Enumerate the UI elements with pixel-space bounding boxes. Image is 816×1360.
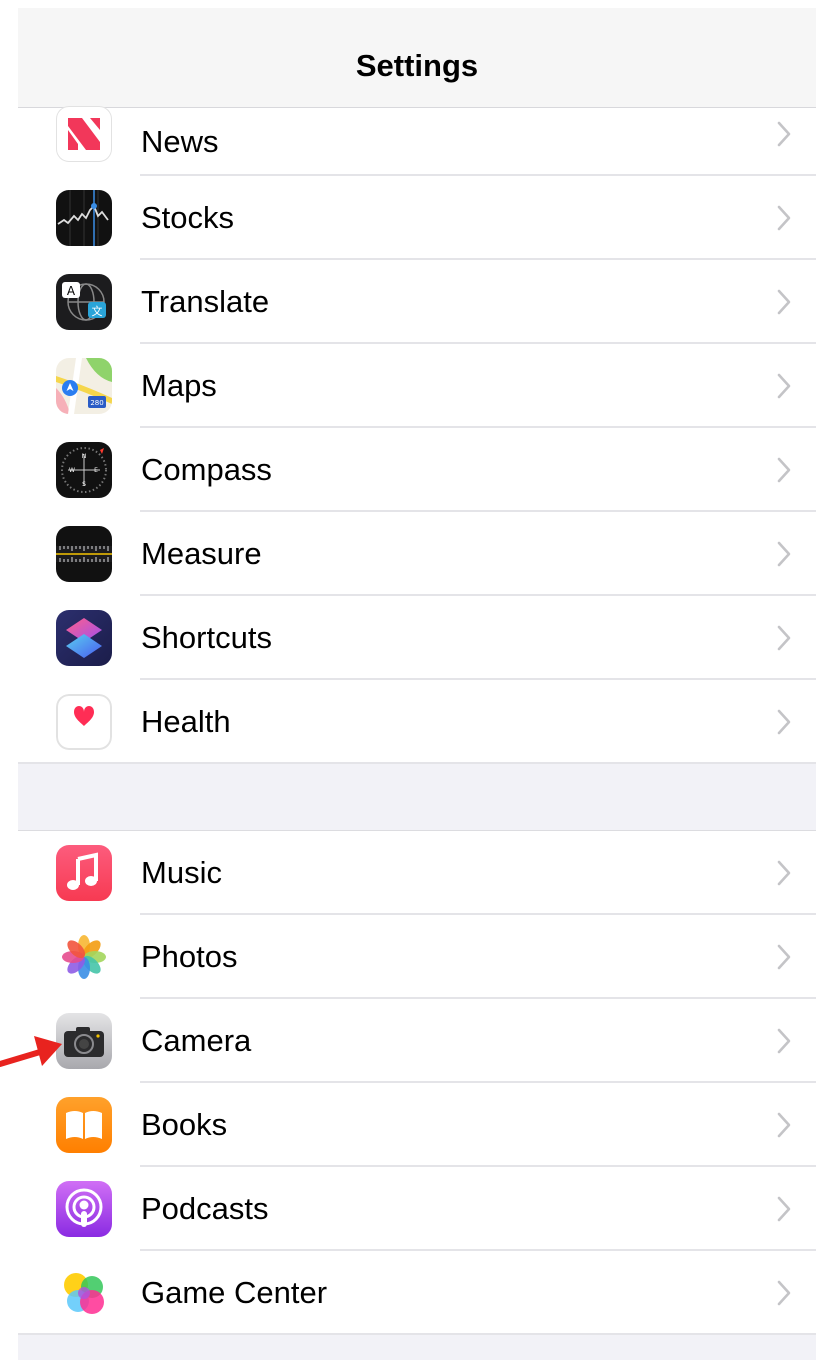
chevron-right-icon bbox=[777, 205, 791, 231]
chevron-right-icon bbox=[777, 1196, 791, 1222]
chevron-right-icon bbox=[777, 1280, 791, 1306]
settings-row-books[interactable]: Books bbox=[18, 1083, 816, 1167]
row-label: Music bbox=[141, 855, 222, 890]
news-icon bbox=[56, 106, 112, 162]
chevron-right-icon bbox=[777, 121, 791, 147]
svg-text:A: A bbox=[67, 284, 76, 298]
row-label: Game Center bbox=[141, 1275, 328, 1310]
chevron-right-icon bbox=[777, 373, 791, 399]
annotation-arrow-icon bbox=[0, 1036, 62, 1067]
svg-text:S: S bbox=[82, 481, 86, 488]
page-title: Settings bbox=[355, 47, 479, 83]
row-label: Compass bbox=[141, 452, 272, 487]
chevron-right-icon bbox=[777, 860, 791, 886]
shortcuts-icon bbox=[56, 610, 112, 666]
settings-row-podcasts[interactable]: Podcasts bbox=[18, 1167, 816, 1251]
maps-icon: 280 bbox=[56, 358, 112, 414]
svg-text:W: W bbox=[69, 467, 75, 474]
maps-icon-text: 280 bbox=[90, 399, 103, 407]
row-label: Camera bbox=[141, 1023, 252, 1058]
settings-row-music[interactable]: Music bbox=[18, 831, 816, 915]
settings-row-camera[interactable]: Camera bbox=[18, 999, 816, 1083]
row-separator bbox=[18, 1333, 816, 1335]
stocks-icon bbox=[56, 190, 112, 246]
photos-icon bbox=[56, 929, 112, 985]
chevron-right-icon bbox=[777, 541, 791, 567]
row-label: Shortcuts bbox=[141, 620, 272, 655]
svg-text:E: E bbox=[94, 467, 98, 474]
row-label: News bbox=[141, 124, 219, 159]
compass-icon: NW E S bbox=[56, 442, 112, 498]
chevron-right-icon bbox=[777, 289, 791, 315]
chevron-right-icon bbox=[777, 457, 791, 483]
chevron-right-icon bbox=[777, 1112, 791, 1138]
chevron-right-icon bbox=[777, 944, 791, 970]
row-label: Maps bbox=[141, 368, 217, 403]
game-center-icon bbox=[56, 1265, 112, 1321]
music-icon bbox=[56, 845, 112, 901]
row-label: Health bbox=[141, 704, 231, 739]
settings-row-game-center[interactable]: Game Center bbox=[18, 1251, 816, 1335]
svg-text:N: N bbox=[82, 453, 87, 460]
settings-row-maps[interactable]: 280 Maps bbox=[18, 344, 816, 428]
measure-icon bbox=[56, 526, 112, 582]
chevron-right-icon bbox=[777, 709, 791, 735]
row-label: Translate bbox=[141, 284, 270, 319]
settings-row-translate[interactable]: A文 Translate bbox=[18, 260, 816, 344]
chevron-right-icon bbox=[777, 1028, 791, 1054]
settings-row-stocks[interactable]: Stocks bbox=[18, 176, 816, 260]
row-label: Stocks bbox=[141, 200, 235, 235]
settings-row-compass[interactable]: NW E S Compass bbox=[18, 428, 816, 512]
settings-row-photos[interactable]: Photos bbox=[18, 915, 816, 999]
settings-group-apps-2: Music Photos Camera Books Podcasts Game … bbox=[18, 830, 816, 1335]
row-label: Photos bbox=[141, 939, 238, 974]
books-icon bbox=[56, 1097, 112, 1153]
chevron-right-icon bbox=[777, 625, 791, 651]
row-label: Measure bbox=[141, 536, 262, 571]
translate-icon: A文 bbox=[56, 274, 112, 330]
navigation-bar: Settings bbox=[18, 8, 816, 108]
row-label: Podcasts bbox=[141, 1191, 269, 1226]
settings-row-measure[interactable]: Measure bbox=[18, 512, 816, 596]
health-icon bbox=[56, 694, 112, 750]
row-separator bbox=[18, 762, 816, 764]
settings-row-health[interactable]: Health bbox=[18, 680, 816, 764]
settings-row-shortcuts[interactable]: Shortcuts bbox=[18, 596, 816, 680]
svg-text:文: 文 bbox=[92, 304, 103, 318]
settings-group-apps-1: News Stocks A文 Translate 280 Maps N W E … bbox=[18, 106, 816, 764]
podcasts-icon bbox=[56, 1181, 112, 1237]
row-label: Books bbox=[141, 1107, 228, 1142]
settings-screen: Settings News Stocks A文 Translate 280 Ma… bbox=[18, 8, 816, 1360]
settings-row-news[interactable]: News bbox=[18, 106, 816, 176]
